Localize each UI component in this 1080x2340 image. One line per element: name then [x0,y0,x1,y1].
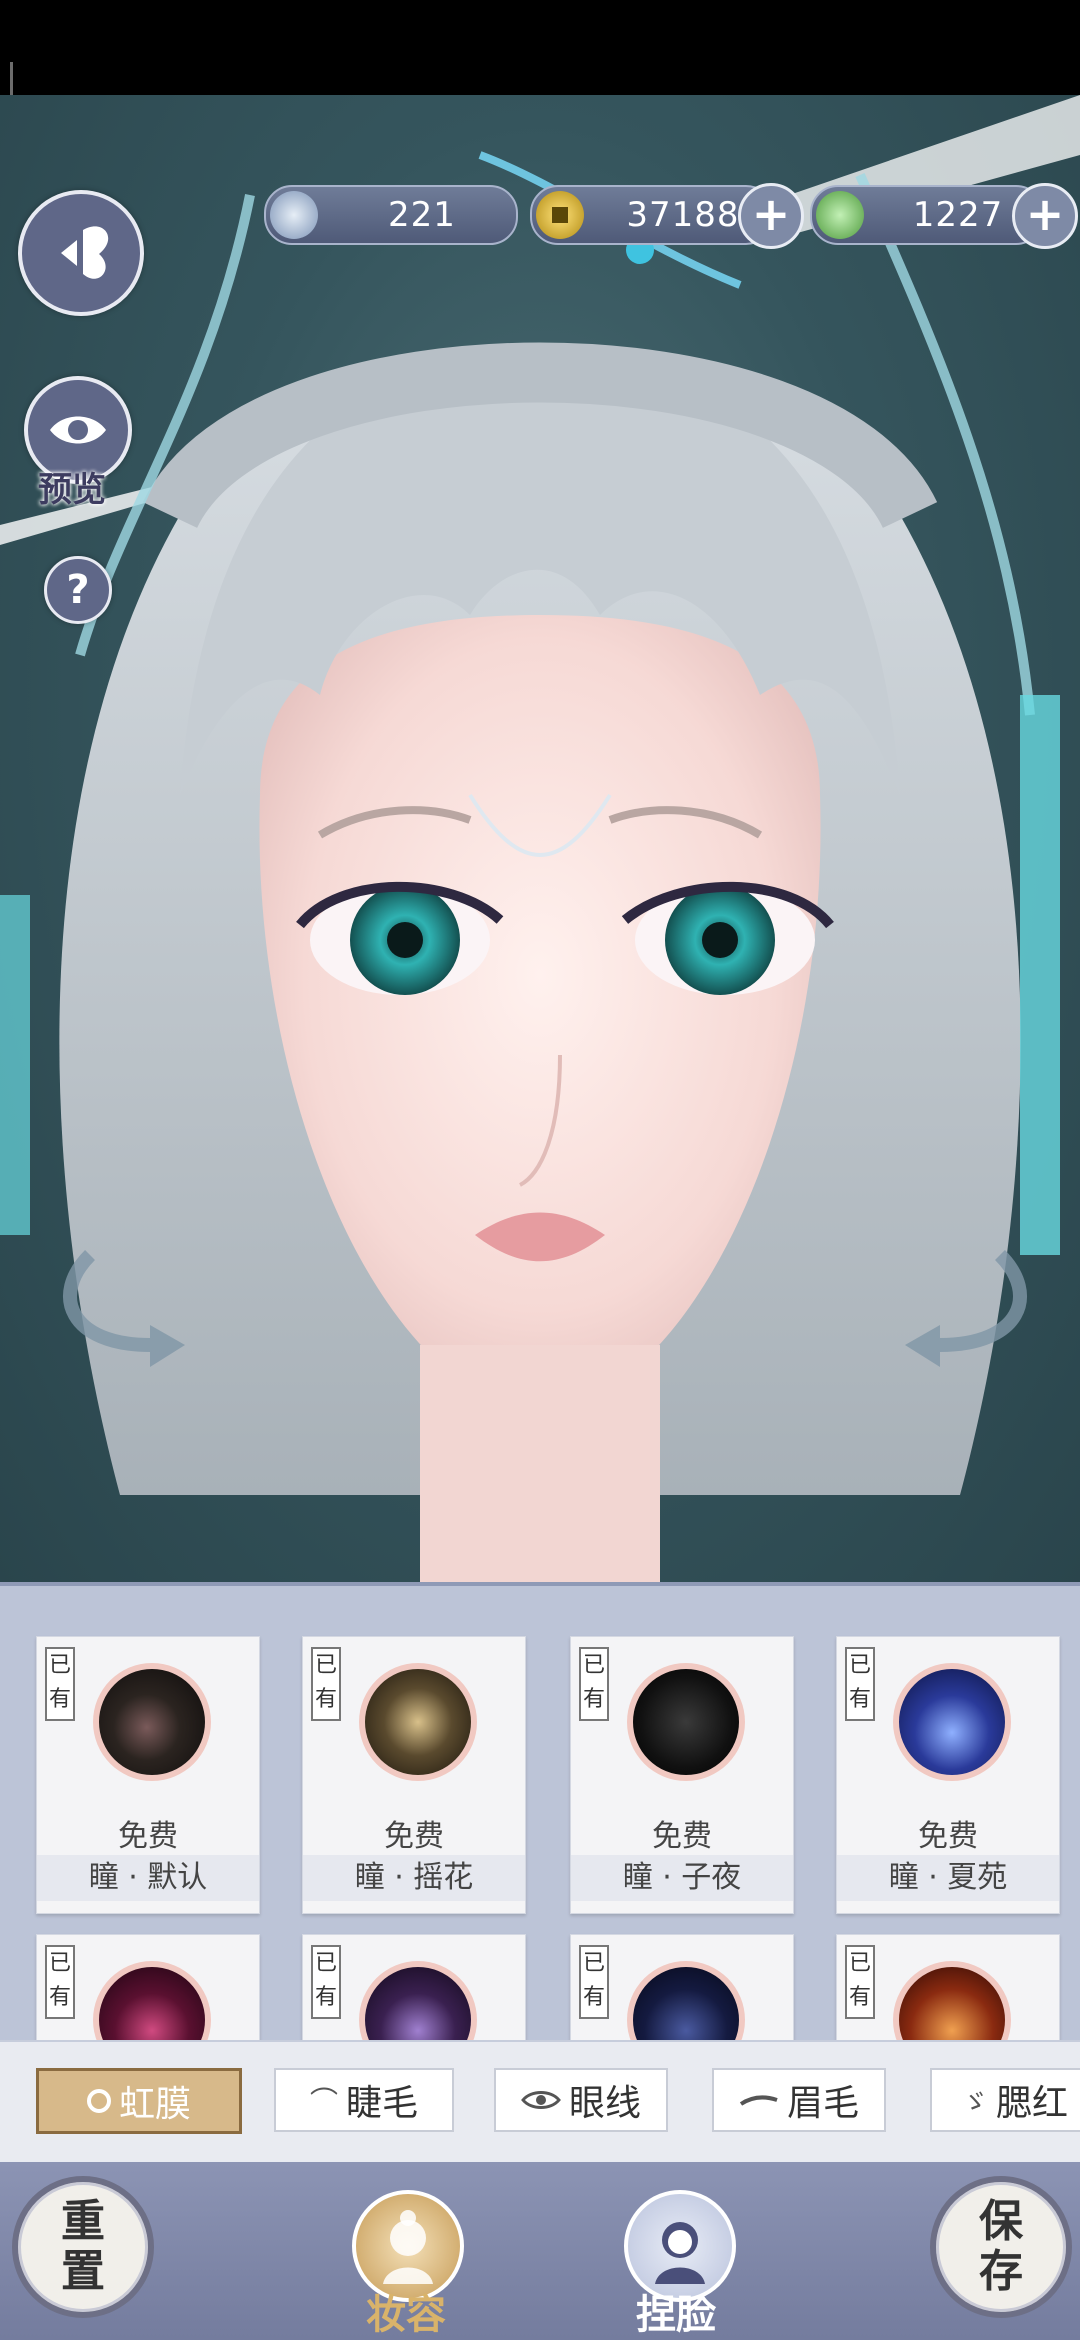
tab-label: 眉毛 [786,2083,859,2124]
reset-label: 重置 [61,2196,105,2297]
iris-item-7[interactable]: 已有 [570,1934,794,2046]
item-price: 免费 [652,1819,712,1854]
iris-icon [86,2089,111,2113]
iris-selection-panel: 已有 免费 瞳 · 默认 已有 免费 瞳 · 摇花 已有 免费 瞳 · 子夜 已… [0,1582,1080,2046]
back-button[interactable] [18,190,144,316]
eyebrow-icon [739,2095,778,2106]
iris-item-default[interactable]: 已有 免费 瞳 · 默认 [36,1636,260,1914]
item-price: 免费 [118,1819,178,1854]
iris-item-6[interactable]: 已有 [302,1934,526,2046]
makeup-avatar-icon [383,2210,433,2284]
eyelash-icon: ⌒ [309,2085,338,2118]
add-gem-button[interactable]: + [1012,183,1078,249]
jade-value: 221 [388,195,456,235]
owned-tag: 已有 [311,1945,341,2019]
eyeliner-icon [521,2091,561,2109]
butterfly-back-icon [61,226,109,279]
makeup-category-tabs: 虹膜 ⌒ 睫毛 眼线 眉毛 ゞ 腮红 [0,2040,1080,2164]
gem-currency: 1227 [810,185,1044,245]
iris-item-xiayuan[interactable]: 已有 免费 瞳 · 夏苑 [836,1636,1060,1914]
tab-label: 虹膜 [118,2084,191,2125]
owned-tag: 已有 [45,1647,75,1721]
help-icon: ? [66,567,90,613]
item-name: 瞳 · 子夜 [571,1855,793,1901]
reset-button[interactable]: 重置 [12,2176,154,2318]
face-avatar-icon [655,2222,705,2284]
save-label: 保存 [979,2196,1023,2297]
owned-tag: 已有 [845,1647,875,1721]
makeup-label: 妆容 [366,2291,446,2338]
item-price: 免费 [384,1819,444,1854]
owned-tag: 已有 [579,1945,609,2019]
help-button[interactable]: ? [44,556,112,624]
jade-icon [270,191,318,239]
iris-item-5[interactable]: 已有 [36,1934,260,2046]
iris-swatch [899,1669,1005,1775]
owned-tag: 已有 [311,1647,341,1721]
status-bar [0,0,1080,106]
tab-label: 睫毛 [346,2083,419,2124]
add-coin-button[interactable]: + [738,183,804,249]
tab-blush[interactable]: ゞ 腮红 [930,2068,1080,2132]
owned-tag: 已有 [579,1647,609,1721]
blush-icon: ゞ [962,2087,989,2118]
tab-label: 腮红 [996,2083,1069,2124]
bottom-action-bar: 重置 妆容 捏脸 保存 [0,2162,1080,2340]
tab-eyelash[interactable]: ⌒ 睫毛 [274,2068,454,2132]
iris-item-yaohua[interactable]: 已有 免费 瞳 · 摇花 [302,1636,526,1914]
item-name: 瞳 · 默认 [37,1855,259,1901]
gem-icon [816,191,864,239]
iris-item-ziye[interactable]: 已有 免费 瞳 · 子夜 [570,1636,794,1914]
item-name: 瞳 · 摇花 [303,1855,525,1901]
iris-swatch [633,1669,739,1775]
owned-tag: 已有 [845,1945,875,2019]
iris-swatch [365,1669,471,1775]
owned-tag: 已有 [45,1945,75,2019]
iris-item-8[interactable]: 已有 [836,1934,1060,2046]
tab-eyebrow[interactable]: 眉毛 [712,2068,886,2132]
save-button[interactable]: 保存 [930,2176,1072,2318]
eye-icon [50,416,106,444]
item-price: 免费 [918,1819,978,1854]
item-name: 瞳 · 夏苑 [837,1855,1059,1901]
face-label: 捏脸 [636,2291,716,2338]
character-viewport[interactable] [0,95,1080,1585]
coin-icon [536,191,584,239]
tab-iris[interactable]: 虹膜 [36,2068,242,2134]
tab-label: 眼线 [568,2083,641,2124]
jade-currency: 221 [264,185,518,245]
tab-eyeliner[interactable]: 眼线 [494,2068,668,2132]
character-model [0,95,1080,1585]
iris-swatch [99,1669,205,1775]
preview-label: 预览 [38,470,106,510]
